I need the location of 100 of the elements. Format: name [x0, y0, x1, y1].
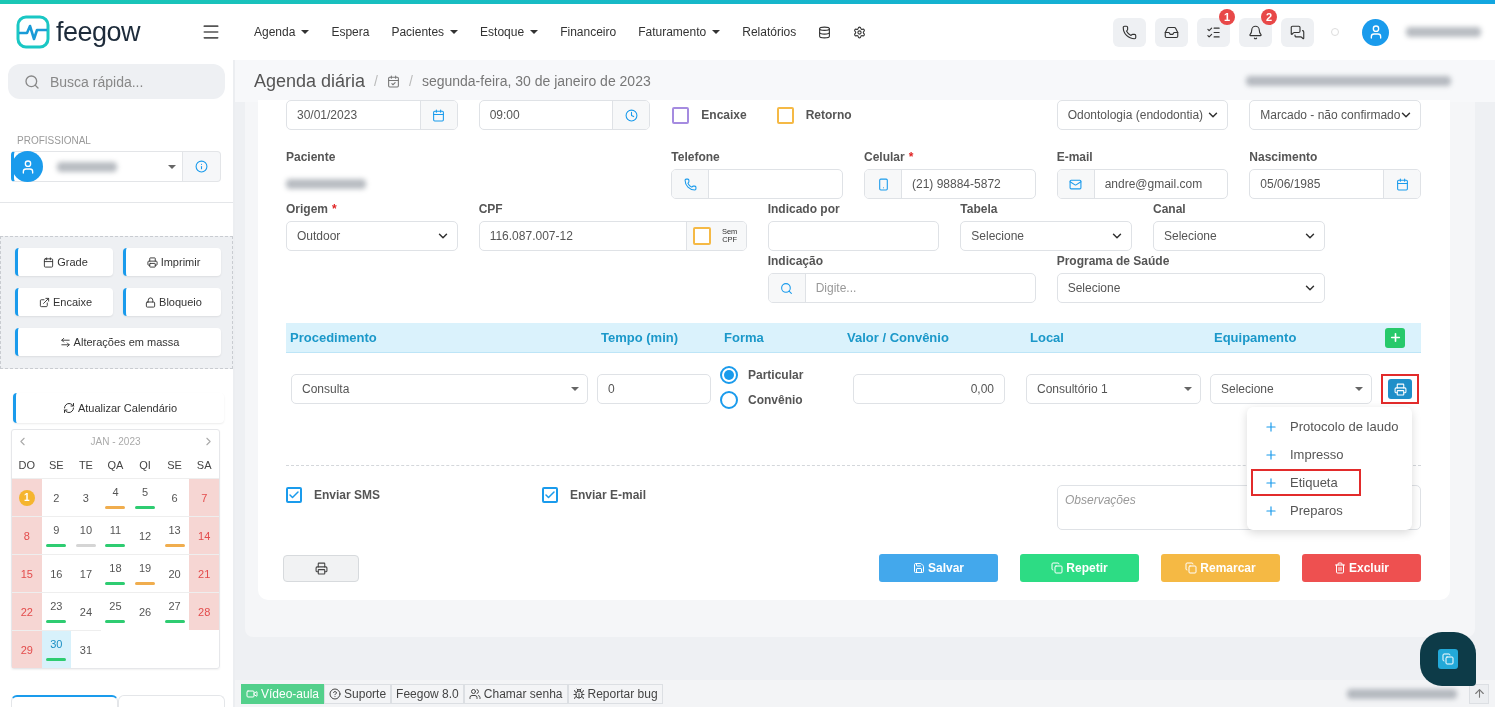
- plus-icon: [1264, 447, 1278, 462]
- menu-item[interactable]: Protocolo de laudo: [1251, 413, 1408, 440]
- weekday-label: TE: [77, 458, 94, 473]
- breadcrumb-date: segunda-feira, 30 de janeiro de 2023: [421, 73, 651, 89]
- field-label: Origem *: [286, 202, 338, 218]
- calendar-day[interactable]: 31: [71, 630, 101, 668]
- inbox-button[interactable]: [1155, 17, 1188, 47]
- checkbox[interactable]: [286, 487, 302, 503]
- refresh-icon: [62, 402, 75, 414]
- field-label: E-mail: [1056, 150, 1094, 166]
- field-label: Telefone: [671, 150, 721, 166]
- refresh-button[interactable]: Atualizar Calendário: [13, 393, 224, 423]
- select-field[interactable]: Consulta: [291, 374, 588, 404]
- checkbox-label[interactable]: Encaixe: [672, 106, 747, 124]
- caret-icon: [712, 30, 721, 34]
- settings-button[interactable]: [853, 25, 867, 39]
- save-icon: [913, 562, 925, 574]
- checkbox[interactable]: [692, 227, 711, 245]
- column-header: Equipamento: [1213, 330, 1298, 345]
- radio-option[interactable]: Convênio: [720, 391, 853, 409]
- email-field[interactable]: andre@gmail.com: [1056, 169, 1229, 199]
- nav-link[interactable]: Pacientes: [391, 25, 459, 39]
- footer-link[interactable]: Reportar bug: [567, 683, 663, 704]
- weekday-label: SA: [195, 458, 213, 473]
- settings-icon: [853, 25, 867, 39]
- number-field[interactable]: 0: [597, 374, 711, 404]
- checkbox[interactable]: [542, 487, 558, 503]
- info-button[interactable]: [183, 151, 221, 182]
- select-field[interactable]: Marcado - não confirmado: [1249, 100, 1421, 130]
- checkbox-label[interactable]: Enviar E-mail: [542, 485, 798, 503]
- menu-item[interactable]: Etiqueta: [1251, 469, 1361, 496]
- smartphone-icon: [876, 177, 890, 191]
- amount-field[interactable]: 0,00: [853, 374, 1005, 404]
- chat-button[interactable]: [1281, 17, 1314, 47]
- checkbox-label[interactable]: Retorno: [776, 106, 852, 124]
- nav-link[interactable]: Financeiro: [560, 25, 617, 39]
- caret-icon: [530, 30, 539, 34]
- info-icon: [195, 160, 208, 173]
- radio-button[interactable]: [720, 391, 738, 409]
- sidebar-tab[interactable]: [11, 695, 118, 707]
- checkbox[interactable]: [776, 106, 794, 124]
- footer-link[interactable]: Chamar senha: [463, 683, 568, 704]
- footer-link[interactable]: Suporte: [324, 683, 392, 704]
- checkbox[interactable]: [672, 106, 690, 124]
- sidebar-button[interactable]: Bloqueio: [123, 288, 221, 316]
- sidebar-button[interactable]: Grade: [15, 248, 113, 276]
- mail-icon: [1069, 177, 1083, 191]
- date-field[interactable]: 30/01/2023: [286, 100, 458, 130]
- text-field[interactable]: [767, 221, 940, 251]
- swap-arrows-icon: [59, 336, 71, 348]
- phone-field[interactable]: (21) 98884-5872: [864, 169, 1036, 199]
- nav-link[interactable]: Agenda: [254, 25, 310, 39]
- caret-icon: [1184, 387, 1192, 391]
- weekday-label: QA: [106, 458, 125, 473]
- column-header: Local: [1029, 330, 1065, 345]
- search-icon: [780, 281, 794, 295]
- nav-link[interactable]: Relatórios: [742, 25, 797, 39]
- select-field[interactable]: Selecione: [1210, 374, 1372, 404]
- users-icon: [468, 687, 481, 700]
- nav-link[interactable]: Estoque: [480, 25, 539, 39]
- logo-text: feegow: [56, 16, 141, 48]
- count-badge: 2: [1261, 8, 1277, 25]
- select-field[interactable]: Selecione: [960, 221, 1132, 251]
- menu-button[interactable]: [201, 22, 221, 42]
- floating-button[interactable]: [1420, 632, 1476, 686]
- avatar[interactable]: [1362, 18, 1389, 46]
- phone-button[interactable]: [1113, 17, 1146, 47]
- professional-select[interactable]: [11, 151, 183, 182]
- checkbox-label[interactable]: Enviar SMS: [286, 485, 542, 503]
- select-field[interactable]: Consultório 1: [1026, 374, 1201, 404]
- database-button[interactable]: [818, 25, 832, 39]
- caret-icon: [450, 30, 459, 34]
- phone-field[interactable]: [671, 169, 843, 199]
- scroll-top-button[interactable]: [1469, 683, 1489, 704]
- add-button[interactable]: [1385, 327, 1405, 348]
- delete-button[interactable]: Excluir: [1302, 554, 1421, 582]
- sidebar-button[interactable]: Encaixe: [15, 288, 113, 316]
- page-title: Agenda diária: [254, 70, 366, 92]
- required-mark: *: [908, 150, 914, 164]
- nav-link[interactable]: Espera: [331, 25, 370, 39]
- radio-option[interactable]: Particular: [720, 366, 853, 384]
- select-field[interactable]: Odontologia (endodontia): [1056, 100, 1229, 130]
- select-field[interactable]: Selecione: [1153, 221, 1325, 251]
- nav-link[interactable]: Faturamento: [638, 25, 721, 39]
- menu-item[interactable]: Impresso: [1251, 441, 1408, 468]
- sidebar-button[interactable]: Alterações em massa: [15, 328, 221, 356]
- select-field[interactable]: Selecione: [1056, 273, 1325, 303]
- calendar-icon: [432, 108, 446, 122]
- print-button[interactable]: [1381, 374, 1419, 404]
- footer-link[interactable]: Feegow 8.0: [391, 683, 464, 704]
- select-field[interactable]: Outdoor: [286, 221, 458, 251]
- radio-button[interactable]: [720, 366, 738, 384]
- time-field[interactable]: 09:00: [478, 100, 651, 130]
- lock-icon: [145, 296, 157, 308]
- menu-item[interactable]: Preparos: [1251, 497, 1408, 524]
- checklist-icon: [1206, 24, 1221, 40]
- field-label: Indicado por: [767, 202, 841, 218]
- date-field[interactable]: 05/06/1985: [1249, 169, 1421, 199]
- field-label: Programa de Saúde: [1056, 254, 1171, 270]
- sidebar-button[interactable]: Imprimir: [123, 248, 221, 276]
